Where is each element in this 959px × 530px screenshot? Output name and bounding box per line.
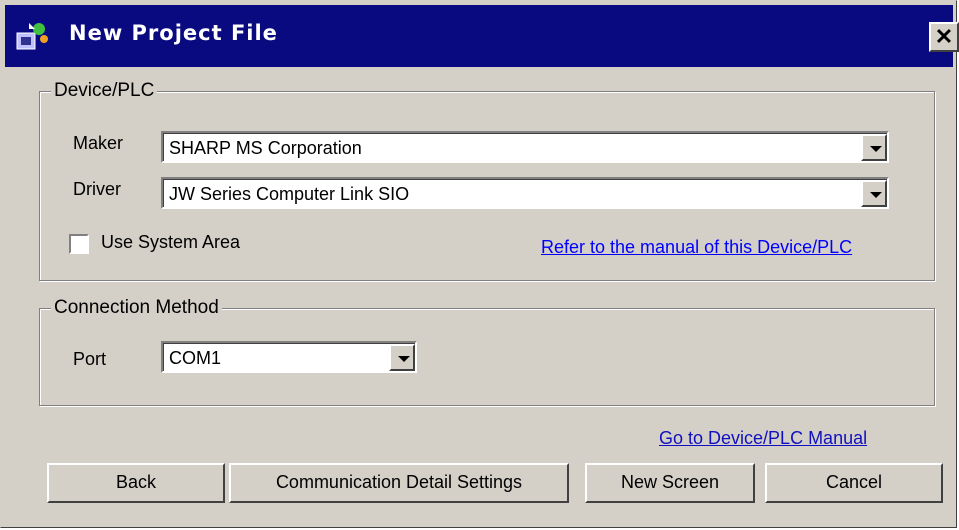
driver-dropdown-button[interactable]	[861, 180, 887, 207]
maker-dropdown-button[interactable]	[861, 134, 887, 161]
close-button[interactable]: ✕	[929, 22, 959, 52]
port-label: Port	[73, 349, 107, 369]
port-dropdown-button[interactable]	[389, 344, 415, 371]
maker-value: SHARP MS Corporation	[169, 138, 362, 158]
title-bar[interactable]: New Project File ✕	[5, 5, 959, 67]
app-icon	[16, 23, 48, 50]
port-select[interactable]: COM1	[161, 341, 417, 373]
back-button[interactable]: Back	[47, 463, 225, 503]
chevron-down-icon	[398, 356, 410, 362]
new-screen-button[interactable]: New Screen	[585, 463, 755, 503]
use-system-area-checkbox[interactable]	[69, 234, 89, 254]
device-plc-group-title: Device/PLC	[51, 80, 158, 102]
driver-label: Driver	[73, 179, 121, 199]
go-to-manual-link[interactable]: Go to Device/PLC Manual	[659, 428, 867, 449]
chevron-down-icon	[870, 192, 882, 198]
communication-detail-settings-button[interactable]: Communication Detail Settings	[229, 463, 569, 503]
use-system-area-label[interactable]: Use System Area	[101, 232, 240, 253]
close-icon: ✕	[934, 24, 954, 49]
device-manual-link[interactable]: Refer to the manual of this Device/PLC	[541, 237, 852, 258]
window-title: New Project File	[69, 21, 278, 45]
maker-label: Maker	[73, 133, 124, 153]
port-value: COM1	[169, 348, 222, 368]
driver-select[interactable]: JW Series Computer Link SIO	[161, 177, 889, 209]
chevron-down-icon	[870, 146, 882, 152]
new-project-dialog: New Project File ✕ Device/PLC Maker SHAR…	[0, 0, 959, 528]
connection-method-group-title: Connection Method	[51, 297, 222, 319]
driver-value: JW Series Computer Link SIO	[169, 184, 410, 204]
cancel-button[interactable]: Cancel	[765, 463, 943, 503]
maker-select[interactable]: SHARP MS Corporation	[161, 131, 889, 163]
